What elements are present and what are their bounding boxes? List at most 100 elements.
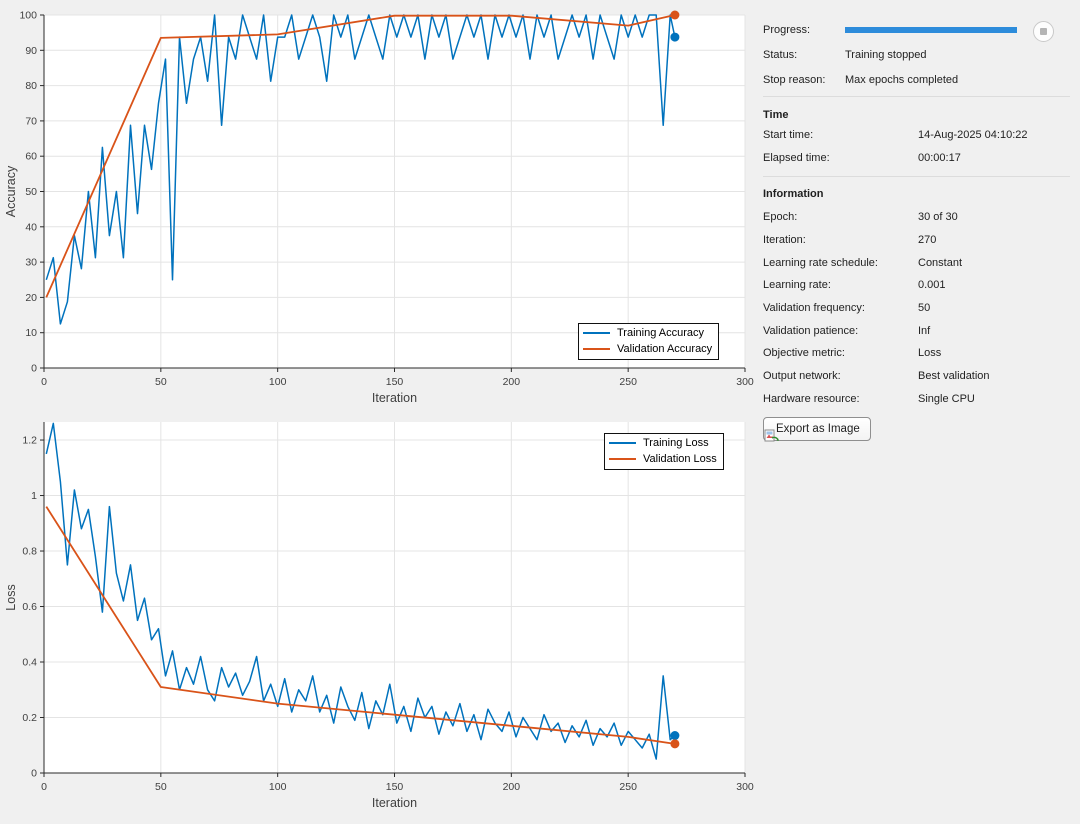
svg-text:0: 0 [41, 781, 47, 793]
export-button-label: Export as Image [776, 423, 860, 435]
status-label: Status: [763, 49, 845, 61]
legend-item-training-accuracy: Training Accuracy [583, 325, 712, 341]
learning-rate-value: 0.001 [918, 279, 946, 291]
svg-text:0.8: 0.8 [22, 546, 37, 558]
svg-text:300: 300 [736, 376, 754, 388]
learning-rate-label: Learning rate: [763, 279, 918, 291]
svg-text:0: 0 [41, 376, 47, 388]
progress-bar-fill [845, 27, 1017, 33]
progress-row: Progress: [763, 24, 1074, 36]
svg-text:20: 20 [25, 292, 37, 304]
svg-text:50: 50 [155, 376, 167, 388]
training-progress-window: 0501001502002503000102030405060708090100… [0, 0, 1080, 824]
svg-text:Accuracy: Accuracy [4, 165, 18, 217]
start-time-row: Start time: 14-Aug-2025 04:10:22 [763, 129, 1074, 141]
svg-text:1: 1 [31, 490, 37, 502]
elapsed-time-label: Elapsed time: [763, 152, 918, 164]
objective-metric-label: Objective metric: [763, 347, 918, 359]
legend-item-validation-loss: Validation Loss [609, 451, 717, 467]
svg-text:Iteration: Iteration [372, 796, 417, 810]
svg-text:0: 0 [31, 363, 37, 375]
svg-text:150: 150 [386, 781, 404, 793]
training-info-panel: Progress: Status: Training stopped Stop … [755, 0, 1080, 824]
epoch-row: Epoch: 30 of 30 [763, 211, 1074, 223]
validation-patience-row: Validation patience: Inf [763, 325, 1074, 337]
svg-text:0.4: 0.4 [22, 657, 37, 669]
training-line-sample [609, 442, 636, 444]
validation-patience-value: Inf [918, 325, 930, 337]
svg-text:0.2: 0.2 [22, 712, 37, 724]
svg-text:200: 200 [503, 376, 521, 388]
legend-label: Training Accuracy [617, 325, 704, 341]
svg-text:100: 100 [269, 781, 287, 793]
validation-frequency-row: Validation frequency: 50 [763, 302, 1074, 314]
svg-text:90: 90 [25, 45, 37, 57]
stop-training-button[interactable] [1033, 21, 1054, 42]
status-value: Training stopped [845, 49, 927, 61]
legend-label: Training Loss [643, 435, 709, 451]
iteration-value: 270 [918, 234, 936, 246]
svg-text:0.6: 0.6 [22, 601, 37, 613]
svg-text:250: 250 [619, 781, 637, 793]
elapsed-time-row: Elapsed time: 00:00:17 [763, 152, 1074, 164]
validation-frequency-value: 50 [918, 302, 930, 314]
objective-metric-value: Loss [918, 347, 941, 359]
legend-label: Validation Accuracy [617, 341, 712, 357]
objective-metric-row: Objective metric: Loss [763, 347, 1074, 359]
status-row: Status: Training stopped [763, 49, 1074, 61]
output-network-value: Best validation [918, 370, 990, 382]
accuracy-legend: Training Accuracy Validation Accuracy [578, 323, 719, 360]
svg-text:Iteration: Iteration [372, 391, 417, 405]
svg-text:30: 30 [25, 257, 37, 269]
validation-line-sample [583, 348, 610, 350]
iteration-label: Iteration: [763, 234, 918, 246]
svg-text:100: 100 [19, 10, 37, 22]
output-network-row: Output network: Best validation [763, 370, 1074, 382]
training-line-sample [583, 332, 610, 334]
section-divider [763, 176, 1070, 177]
time-heading: Time [763, 109, 1074, 121]
stop-reason-label: Stop reason: [763, 74, 845, 86]
information-heading: Information [763, 188, 1074, 200]
lr-schedule-row: Learning rate schedule: Constant [763, 257, 1074, 269]
hardware-resource-label: Hardware resource: [763, 393, 918, 405]
legend-item-validation-accuracy: Validation Accuracy [583, 341, 712, 357]
validation-frequency-label: Validation frequency: [763, 302, 918, 314]
start-time-label: Start time: [763, 129, 918, 141]
hardware-resource-value: Single CPU [918, 393, 975, 405]
svg-text:40: 40 [25, 221, 37, 233]
svg-text:300: 300 [736, 781, 754, 793]
learning-rate-row: Learning rate: 0.001 [763, 279, 1074, 291]
legend-item-training-loss: Training Loss [609, 435, 717, 451]
progress-label: Progress: [763, 24, 845, 36]
progress-bar [845, 27, 1017, 33]
svg-text:Loss: Loss [4, 584, 18, 610]
svg-text:60: 60 [25, 151, 37, 163]
lr-schedule-value: Constant [918, 257, 962, 269]
validation-line-sample [609, 458, 636, 460]
lr-schedule-label: Learning rate schedule: [763, 257, 918, 269]
svg-text:50: 50 [155, 781, 167, 793]
svg-text:50: 50 [25, 186, 37, 198]
loss-chart: 05010015020025030000.20.40.60.811.2Itera… [0, 412, 755, 824]
epoch-label: Epoch: [763, 211, 918, 223]
svg-text:0: 0 [31, 768, 37, 780]
svg-text:1.2: 1.2 [22, 435, 37, 447]
validation-patience-label: Validation patience: [763, 325, 918, 337]
svg-text:150: 150 [386, 376, 404, 388]
section-divider [763, 96, 1070, 97]
elapsed-time-value: 00:00:17 [918, 152, 961, 164]
svg-text:70: 70 [25, 115, 37, 127]
hardware-resource-row: Hardware resource: Single CPU [763, 393, 1074, 405]
stop-reason-value: Max epochs completed [845, 74, 958, 86]
svg-text:250: 250 [619, 376, 637, 388]
legend-label: Validation Loss [643, 451, 717, 467]
stop-reason-row: Stop reason: Max epochs completed [763, 74, 1074, 86]
output-network-label: Output network: [763, 370, 918, 382]
stop-icon [1040, 28, 1047, 35]
svg-text:10: 10 [25, 327, 37, 339]
export-as-image-button[interactable]: Export as Image [763, 417, 871, 441]
loss-legend: Training Loss Validation Loss [604, 433, 724, 470]
svg-text:100: 100 [269, 376, 287, 388]
epoch-value: 30 of 30 [918, 211, 958, 223]
